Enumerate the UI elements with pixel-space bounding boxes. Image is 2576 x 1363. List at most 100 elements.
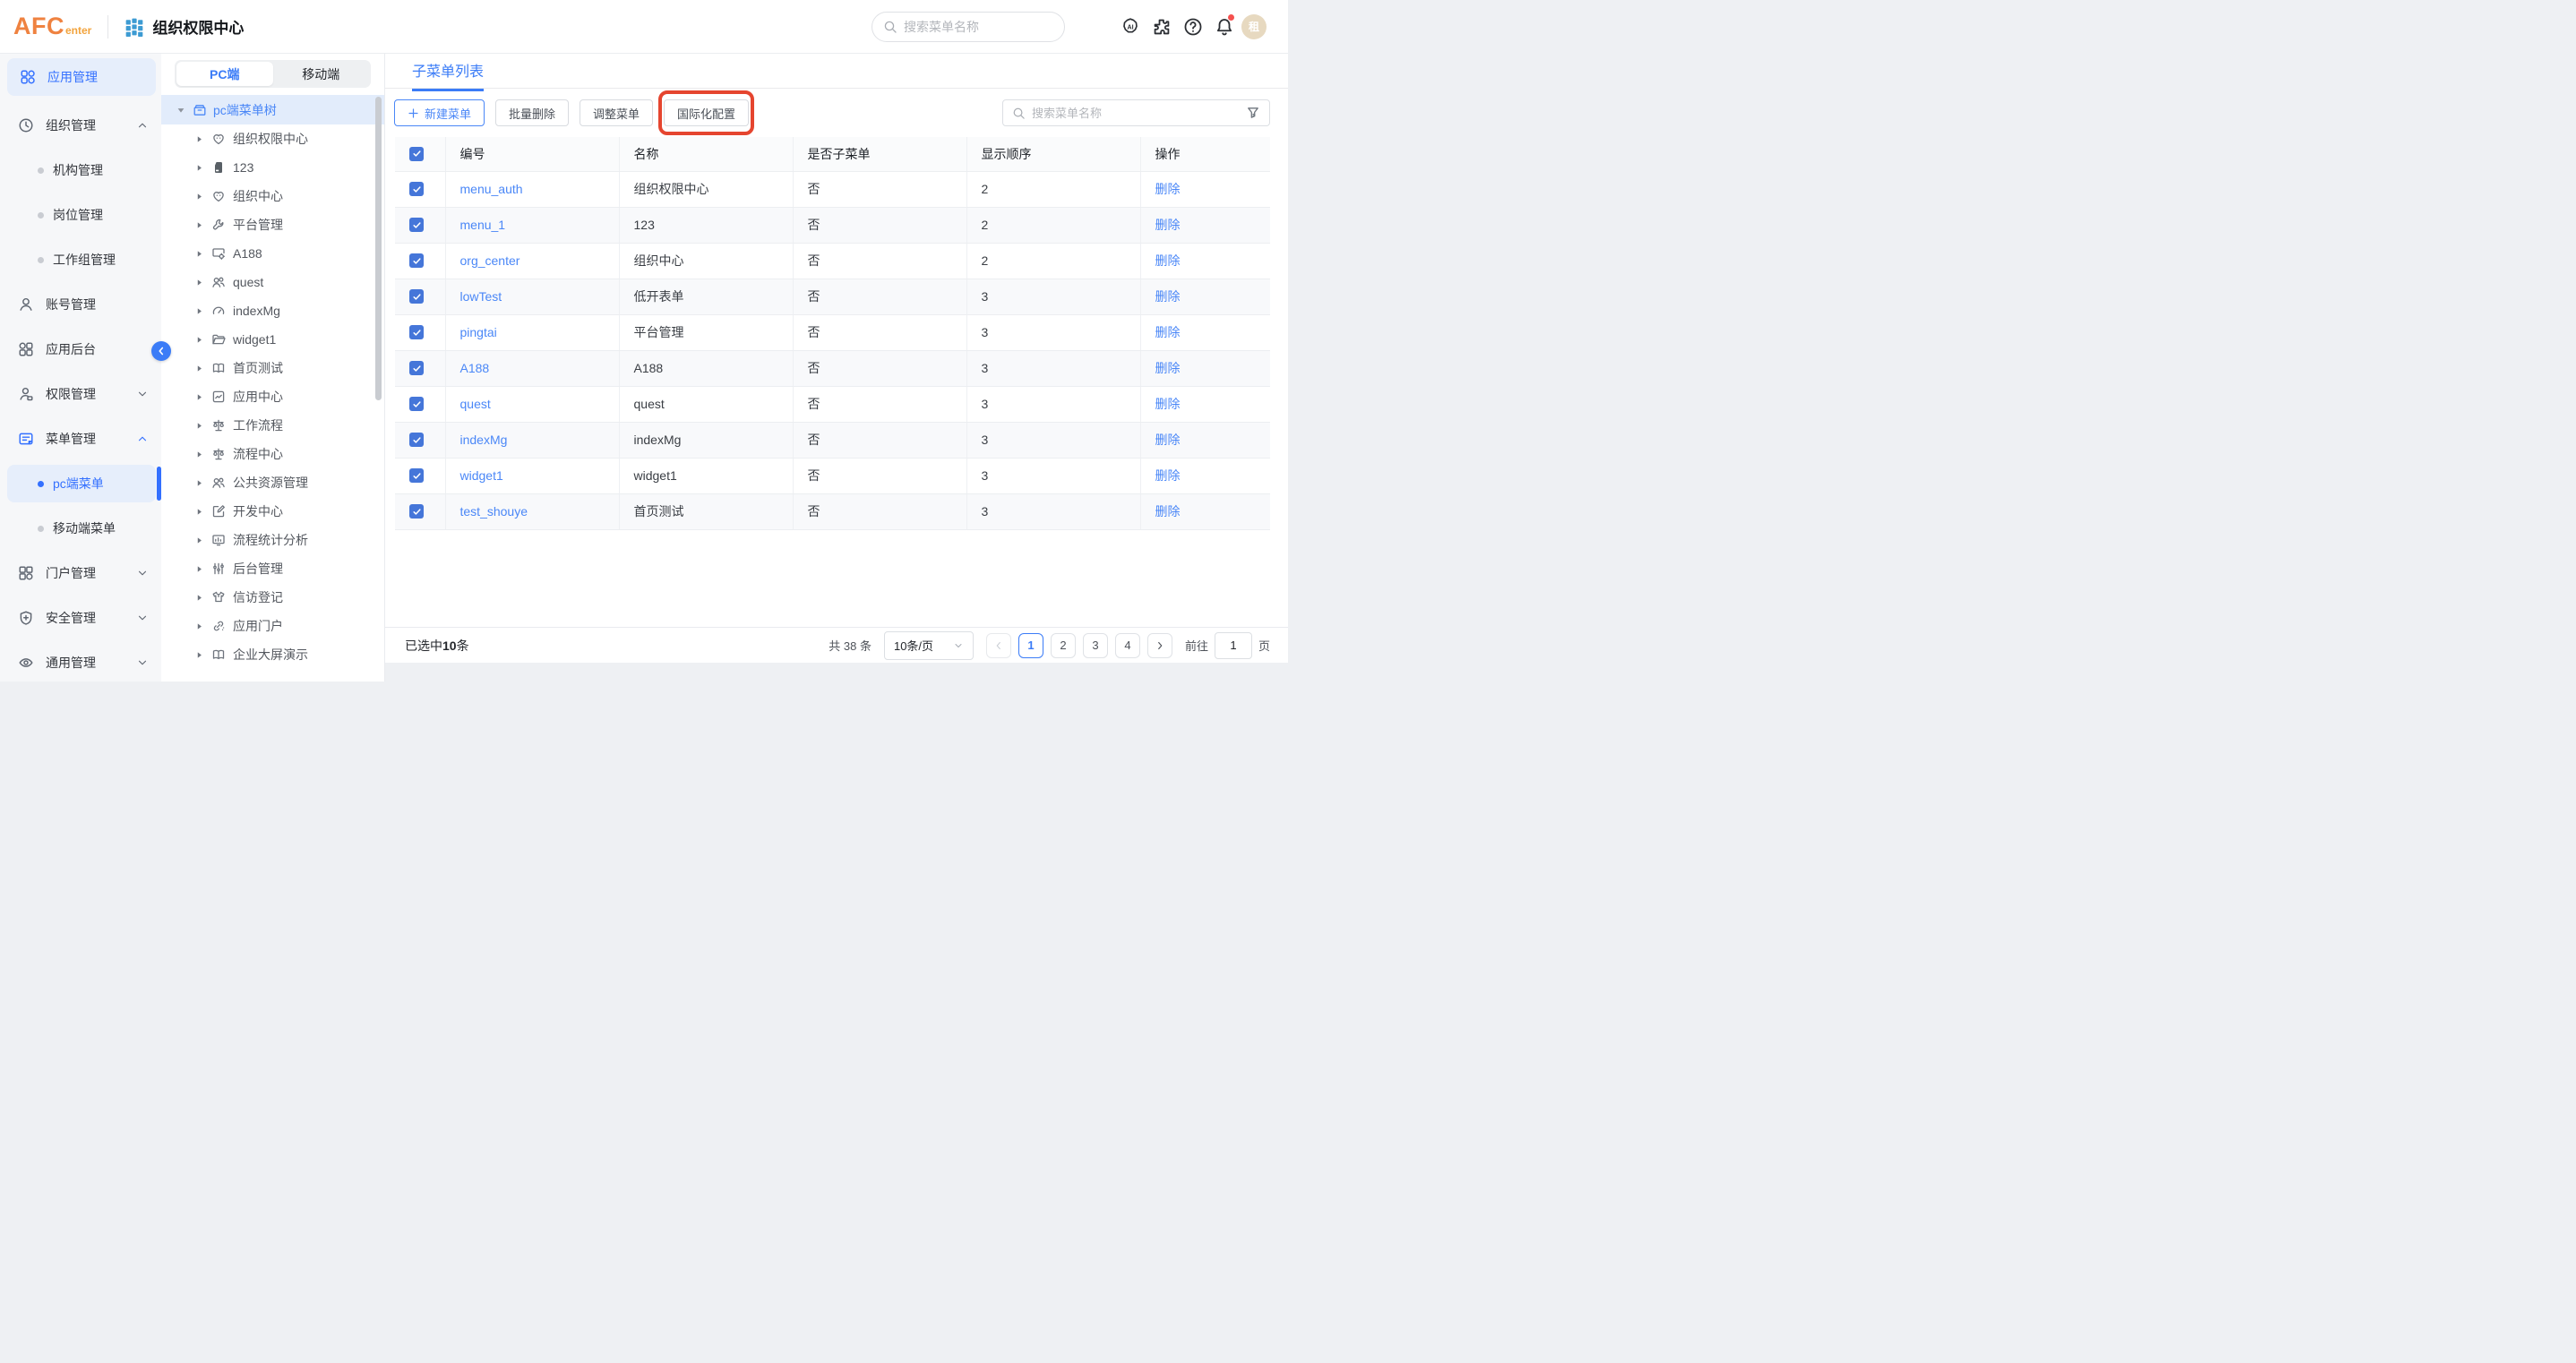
table-search[interactable] [1002, 99, 1270, 126]
row-checkbox[interactable] [409, 433, 424, 447]
sidebar-item-0[interactable]: 应用管理 [7, 58, 156, 96]
tree-node[interactable]: 组织中心 [161, 182, 384, 210]
delete-link[interactable]: 删除 [1155, 289, 1181, 304]
bell-icon-button[interactable] [1215, 17, 1234, 37]
sidebar-collapse-button[interactable] [151, 341, 171, 361]
tree-node[interactable]: 企业大屏演示 [161, 640, 384, 669]
sidebar-item-5[interactable]: 账号管理 [0, 282, 161, 327]
new-menu-button[interactable]: 新建菜单 [394, 99, 485, 126]
tree-node[interactable]: 公共资源管理 [161, 468, 384, 497]
row-checkbox[interactable] [409, 468, 424, 483]
sidebar-item-10[interactable]: 移动端菜单 [0, 506, 161, 551]
row-checkbox[interactable] [409, 289, 424, 304]
row-checkbox[interactable] [409, 218, 424, 232]
row-checkbox[interactable] [409, 397, 424, 411]
tree-root-pc-menu-tree[interactable]: pc端菜单树 [161, 95, 384, 124]
tree-node[interactable]: indexMg [161, 296, 384, 325]
delete-link[interactable]: 删除 [1155, 361, 1181, 375]
tree-node[interactable]: 工作流程 [161, 411, 384, 440]
tab-pc[interactable]: PC端 [176, 62, 273, 86]
tree-node[interactable]: A188 [161, 239, 384, 268]
sidebar-item-6[interactable]: 应用后台 [0, 327, 161, 372]
row-checkbox[interactable] [409, 182, 424, 196]
tree-node[interactable]: 流程统计分析 [161, 526, 384, 554]
tree-node[interactable]: quest [161, 268, 384, 296]
i18n-config-button[interactable]: 国际化配置 [664, 99, 749, 126]
tree-node[interactable]: 流程中心 [161, 440, 384, 468]
select-all-checkbox[interactable] [409, 147, 424, 161]
tree-node[interactable]: 应用门户 [161, 612, 384, 640]
plugin-icon-button[interactable] [1152, 17, 1172, 37]
menu-code-link[interactable]: quest [460, 397, 491, 411]
tree-node[interactable]: 首页测试 [161, 354, 384, 382]
tab-submenu-list[interactable]: 子菜单列表 [412, 59, 484, 91]
tab-mobile[interactable]: 移动端 [273, 62, 370, 86]
delete-link[interactable]: 删除 [1155, 468, 1181, 483]
tshirt-icon [211, 590, 226, 604]
menu-code-link[interactable]: indexMg [460, 433, 508, 447]
sidebar-item-2[interactable]: 机构管理 [0, 148, 161, 193]
menu-code-link[interactable]: pingtai [460, 325, 497, 339]
delete-link[interactable]: 删除 [1155, 397, 1181, 411]
row-checkbox[interactable] [409, 325, 424, 339]
delete-link[interactable]: 删除 [1155, 433, 1181, 447]
menu-code-link[interactable]: menu_auth [460, 182, 523, 196]
page-button-3[interactable]: 3 [1083, 633, 1108, 658]
menu-code-link[interactable]: lowTest [460, 289, 502, 304]
menu-code-link[interactable]: org_center [460, 253, 520, 268]
tree-node[interactable]: 信访登记 [161, 583, 384, 612]
chevron-down-icon [953, 640, 964, 651]
chevron-up-icon [136, 119, 149, 132]
page-size-select[interactable]: 10条/页 [884, 631, 974, 660]
row-checkbox[interactable] [409, 253, 424, 268]
tree-node[interactable]: 开发中心 [161, 497, 384, 526]
sidebar-item-11[interactable]: 门户管理 [0, 551, 161, 596]
display-order-value: 3 [982, 468, 989, 483]
triangle-right-icon [194, 192, 204, 201]
page-button-1[interactable]: 1 [1018, 633, 1043, 658]
prev-page-button[interactable] [986, 633, 1011, 658]
help-icon-button[interactable] [1183, 17, 1203, 37]
tree-node[interactable]: widget1 [161, 325, 384, 354]
ai-icon-button[interactable]: AI [1121, 17, 1140, 37]
avatar[interactable]: 租 [1241, 14, 1267, 39]
sidebar-item-9[interactable]: pc端菜单 [7, 465, 156, 502]
tree-scrollbar[interactable] [375, 97, 382, 400]
triangle-right-icon [194, 392, 204, 402]
global-search[interactable] [872, 12, 1065, 42]
batch-delete-button[interactable]: 批量删除 [495, 99, 569, 126]
sidebar-item-12[interactable]: 安全管理 [0, 596, 161, 640]
adjust-menu-button[interactable]: 调整菜单 [580, 99, 653, 126]
delete-link[interactable]: 删除 [1155, 182, 1181, 196]
page-button-4[interactable]: 4 [1115, 633, 1140, 658]
sidebar-item-4[interactable]: 工作组管理 [0, 237, 161, 282]
page-button-2[interactable]: 2 [1051, 633, 1076, 658]
tree-node[interactable]: 组织权限中心 [161, 124, 384, 153]
menu-code-link[interactable]: A188 [460, 361, 490, 375]
tree-node[interactable]: 应用中心 [161, 382, 384, 411]
filter-icon[interactable] [1246, 106, 1260, 120]
menu-code-link[interactable]: menu_1 [460, 218, 506, 232]
row-checkbox[interactable] [409, 361, 424, 375]
menu-code-link[interactable]: widget1 [460, 468, 503, 483]
goto-page-input[interactable] [1215, 632, 1252, 659]
sidebar-item-1[interactable]: 组织管理 [0, 103, 161, 148]
delete-link[interactable]: 删除 [1155, 253, 1181, 268]
row-checkbox[interactable] [409, 504, 424, 519]
tree-node[interactable]: 后台管理 [161, 554, 384, 583]
sidebar-item-8[interactable]: 菜单管理 [0, 416, 161, 461]
sidebar-item-7[interactable]: 权限管理 [0, 372, 161, 416]
delete-link[interactable]: 删除 [1155, 504, 1181, 519]
tree-node[interactable]: 平台管理 [161, 210, 384, 239]
global-search-input[interactable] [904, 20, 1038, 34]
tree-node[interactable]: 123 [161, 153, 384, 182]
delete-link[interactable]: 删除 [1155, 325, 1181, 339]
menu-code-link[interactable]: test_shouye [460, 504, 528, 519]
next-page-button[interactable] [1147, 633, 1172, 658]
sidebar-item-13[interactable]: 通用管理 [0, 640, 161, 685]
top-header: AFC enter 组织权限中心 AI 租 [0, 0, 1288, 54]
delete-link[interactable]: 删除 [1155, 218, 1181, 232]
sidebar-item-3[interactable]: 岗位管理 [0, 193, 161, 237]
triangle-down-icon[interactable] [176, 105, 186, 116]
table-search-input[interactable] [1032, 107, 1246, 120]
